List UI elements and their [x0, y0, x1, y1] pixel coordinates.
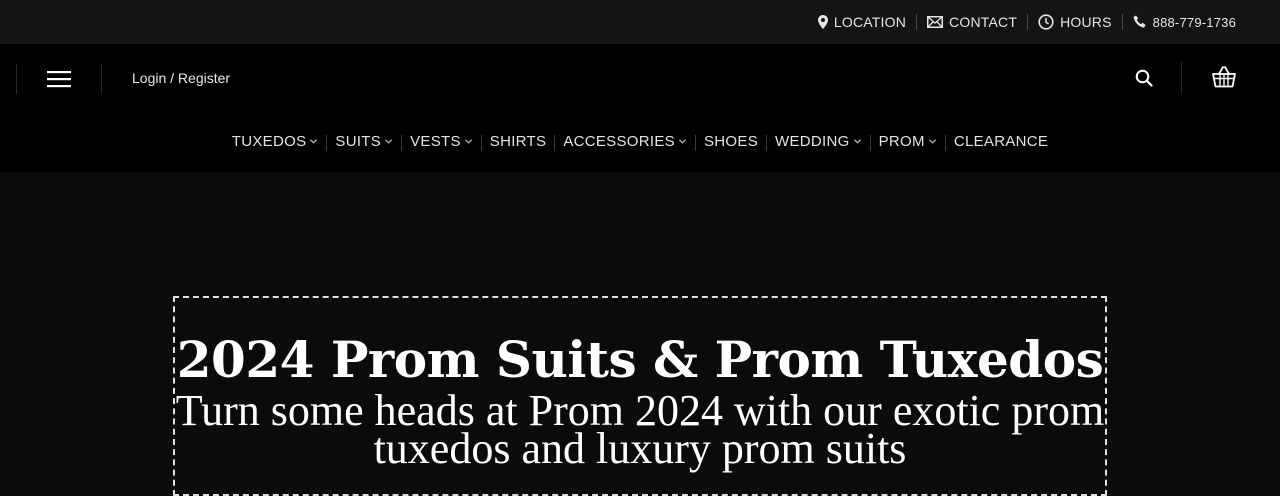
chevron-down-icon: [678, 139, 687, 144]
chevron-down-icon: [464, 139, 472, 144]
hours-link[interactable]: HOURS: [1028, 14, 1122, 30]
phone-link[interactable]: 888-779-1736: [1123, 15, 1246, 30]
cart-button[interactable]: [1204, 60, 1244, 94]
nav-item-accessories[interactable]: ACCESSORIES: [555, 133, 695, 150]
main-navigation: TUXEDOS SUITS VESTS SHIRTS ACCESSORIES S…: [0, 114, 1280, 172]
hero-subtitle: Turn some heads at Prom 2024 with our ex…: [175, 386, 1105, 473]
divider: [1181, 62, 1182, 94]
chevron-down-icon: [853, 139, 861, 144]
nav-item-label: SUITS: [335, 133, 382, 150]
nav-item-label: ACCESSORIES: [563, 133, 675, 150]
menu-button[interactable]: [16, 64, 102, 94]
hero-title: 2024 Prom Suits & Prom Tuxedos: [176, 330, 1104, 389]
site-header: Login / Register: [0, 44, 1280, 114]
nav-item-prom[interactable]: PROM: [871, 133, 945, 150]
clock-icon: [1038, 14, 1054, 30]
contact-label: CONTACT: [949, 14, 1018, 30]
nav-item-shoes[interactable]: SHOES: [696, 133, 766, 150]
login-register-link[interactable]: Login / Register: [132, 70, 230, 86]
search-icon: [1135, 69, 1153, 87]
nav-item-clearance[interactable]: CLEARANCE: [946, 133, 1056, 150]
nav-item-vests[interactable]: VESTS: [402, 133, 481, 150]
chevron-down-icon: [310, 139, 318, 144]
nav-item-suits[interactable]: SUITS: [327, 133, 401, 150]
nav-item-tuxedos[interactable]: TUXEDOS: [224, 133, 327, 150]
phone-icon: [1133, 15, 1147, 29]
hamburger-menu-icon: [47, 70, 71, 88]
nav-item-wedding[interactable]: WEDDING: [767, 133, 870, 150]
phone-number: 888-779-1736: [1152, 14, 1236, 30]
location-label: LOCATION: [833, 14, 907, 30]
chevron-down-icon: [385, 139, 393, 144]
search-button[interactable]: [1126, 62, 1162, 94]
nav-item-label: SHIRTS: [489, 133, 547, 150]
nav-item-label: TUXEDOS: [231, 133, 307, 150]
nav-item-label: SHOES: [703, 133, 758, 150]
nav-item-label: CLEARANCE: [953, 133, 1049, 150]
hero-dashed-box: 2024 Prom Suits & Prom Tuxedos Turn some…: [173, 296, 1107, 496]
basket-icon: [1212, 66, 1236, 88]
hours-label: HOURS: [1060, 14, 1112, 30]
top-bar: LOCATION CONTACT HOURS 888-779-1736: [0, 0, 1280, 44]
envelope-icon: [927, 16, 944, 28]
hero-section: 2024 Prom Suits & Prom Tuxedos Turn some…: [0, 172, 1280, 496]
nav-item-label: VESTS: [410, 133, 461, 150]
nav-item-shirts[interactable]: SHIRTS: [482, 133, 555, 150]
chevron-down-icon: [928, 139, 936, 144]
location-link[interactable]: LOCATION: [808, 14, 916, 30]
map-pin-icon: [817, 15, 828, 29]
nav-item-label: PROM: [878, 133, 925, 150]
contact-link[interactable]: CONTACT: [917, 14, 1027, 30]
nav-item-label: WEDDING: [775, 133, 850, 150]
